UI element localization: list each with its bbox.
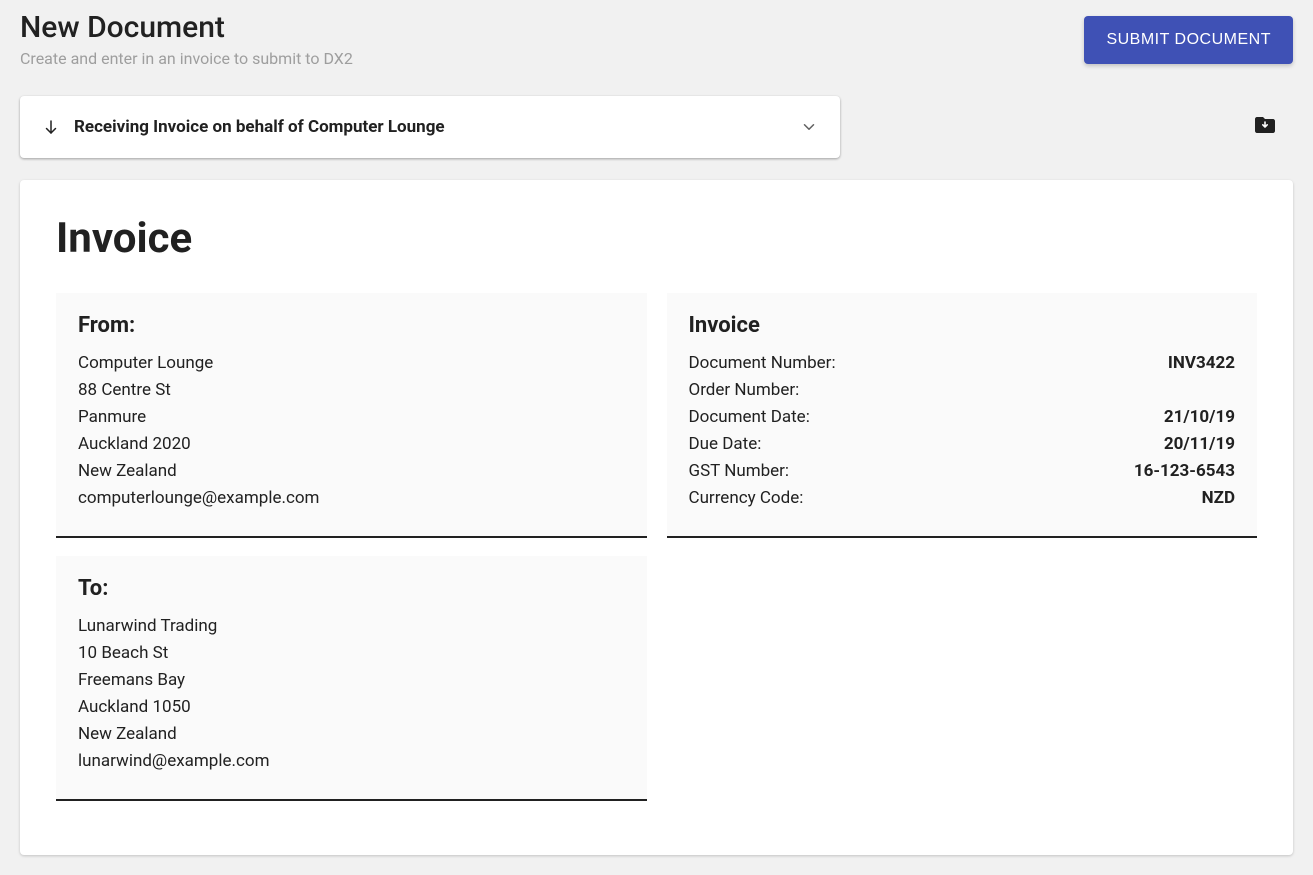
- page-title: New Document: [20, 10, 353, 45]
- invoice-meta-row: Currency Code: NZD: [689, 485, 1236, 512]
- invoice-meta-row: Order Number:: [689, 377, 1236, 404]
- page-subtitle: Create and enter in an invoice to submit…: [20, 49, 353, 68]
- chevron-down-icon: [800, 118, 818, 136]
- from-panel: From: Computer Lounge 88 Centre St Panmu…: [56, 293, 647, 538]
- invoice-meta-row: Document Number: INV3422: [689, 350, 1236, 377]
- folder-download-icon: [1253, 113, 1277, 137]
- invoice-card: Invoice From: Computer Lounge 88 Centre …: [20, 180, 1293, 855]
- invoice-meta-panel: Invoice Document Number: INV3422 Order Num…: [667, 293, 1258, 538]
- archive-folder-button[interactable]: [1253, 113, 1277, 141]
- from-suburb: Panmure: [78, 404, 625, 431]
- to-email: lunarwind@example.com: [78, 748, 625, 775]
- dropdown-label: Receiving Invoice on behalf of Computer …: [74, 117, 445, 137]
- to-street: 10 Beach St: [78, 640, 625, 667]
- from-heading: From:: [78, 313, 625, 338]
- page-header: New Document Create and enter in an invo…: [20, 10, 1293, 68]
- invoice-meta-label: Document Number:: [689, 350, 836, 377]
- submit-document-button[interactable]: SUBMIT DOCUMENT: [1084, 16, 1293, 64]
- to-heading: To:: [78, 576, 625, 601]
- from-name: Computer Lounge: [78, 350, 625, 377]
- receiving-on-behalf-dropdown[interactable]: Receiving Invoice on behalf of Computer …: [20, 96, 840, 158]
- invoice-heading: Invoice: [56, 214, 1257, 263]
- invoice-meta-label: Document Date:: [689, 404, 810, 431]
- to-city: Auckland 1050: [78, 694, 625, 721]
- invoice-meta-row: Due Date: 20/11/19: [689, 431, 1236, 458]
- arrow-down-icon: [42, 118, 60, 136]
- control-row: Receiving Invoice on behalf of Computer …: [20, 96, 1293, 158]
- to-country: New Zealand: [78, 721, 625, 748]
- invoice-meta-label: GST Number:: [689, 458, 790, 485]
- from-email: computerlounge@example.com: [78, 485, 625, 512]
- to-suburb: Freemans Bay: [78, 667, 625, 694]
- invoice-meta-value: 20/11/19: [1164, 431, 1235, 458]
- to-panel: To: Lunarwind Trading 10 Beach St Freema…: [56, 556, 647, 801]
- from-city: Auckland 2020: [78, 431, 625, 458]
- invoice-meta-value: 16-123-6543: [1134, 458, 1235, 485]
- invoice-meta-value: NZD: [1202, 485, 1235, 512]
- invoice-meta-heading: Invoice: [689, 313, 1236, 338]
- invoice-meta-value: INV3422: [1168, 350, 1235, 377]
- to-name: Lunarwind Trading: [78, 613, 625, 640]
- invoice-meta-row: Document Date: 21/10/19: [689, 404, 1236, 431]
- from-street: 88 Centre St: [78, 377, 625, 404]
- invoice-meta-label: Currency Code:: [689, 485, 804, 512]
- invoice-meta-label: Order Number:: [689, 377, 800, 404]
- from-country: New Zealand: [78, 458, 625, 485]
- invoice-meta-row: GST Number: 16-123-6543: [689, 458, 1236, 485]
- invoice-meta-value: 21/10/19: [1164, 404, 1235, 431]
- invoice-meta-label: Due Date:: [689, 431, 762, 458]
